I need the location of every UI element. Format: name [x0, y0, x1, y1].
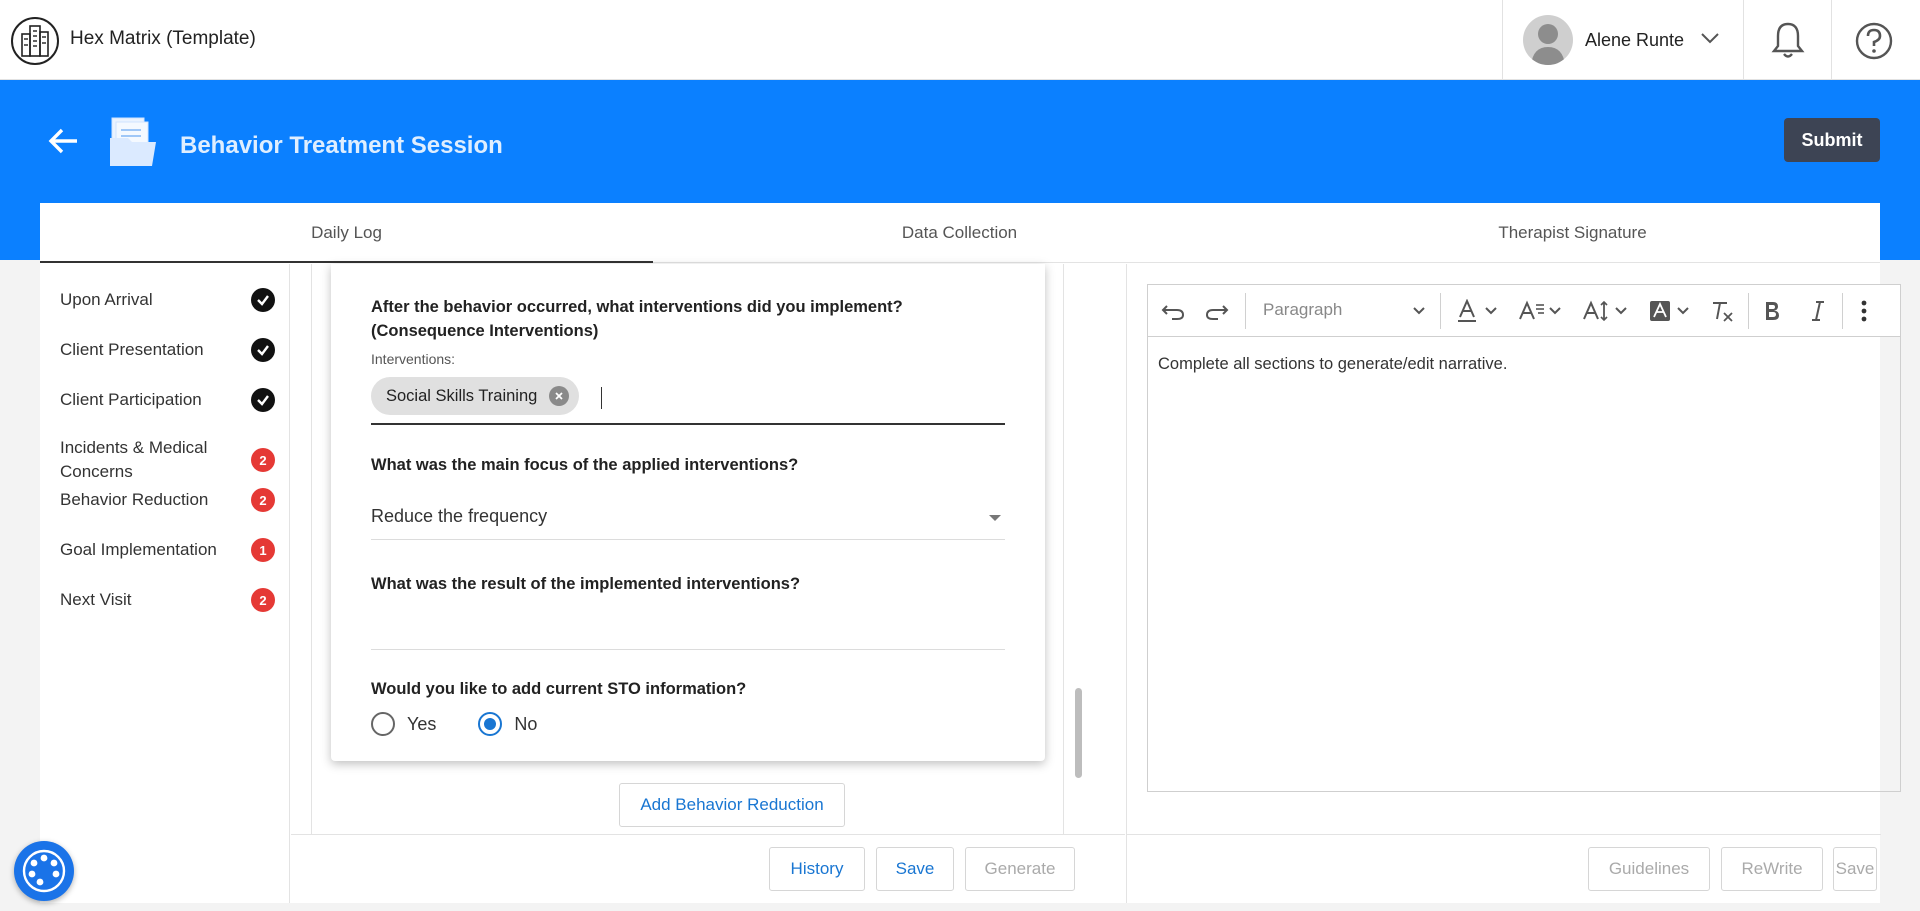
add-behavior-reduction-button[interactable]: Add Behavior Reduction	[619, 783, 845, 827]
tab-data-collection[interactable]: Data Collection	[653, 203, 1266, 263]
help-icon[interactable]	[1855, 22, 1893, 60]
text-caret	[601, 387, 602, 409]
palette-icon	[22, 849, 66, 893]
question-focus: What was the main focus of the applied i…	[371, 456, 799, 474]
building-logo-icon[interactable]	[10, 16, 60, 66]
tab-bar: Daily Log Data Collection Therapist Sign…	[40, 203, 1880, 263]
sidebar-item-label: Client Participation	[60, 390, 202, 409]
font-family-icon[interactable]	[1518, 299, 1568, 323]
check-icon	[251, 338, 275, 362]
count-badge: 2	[251, 488, 275, 512]
radio-no[interactable]	[478, 712, 503, 736]
bell-icon[interactable]	[1770, 20, 1806, 60]
page-title: Behavior Treatment Session	[180, 132, 503, 159]
sidebar-item-goal-implementation[interactable]: Goal Implementation 1	[60, 538, 275, 562]
generate-button[interactable]: Generate	[965, 847, 1075, 891]
back-arrow-icon[interactable]	[48, 128, 80, 154]
count-badge: 2	[251, 448, 275, 472]
sidebar-item-behavior-reduction[interactable]: Behavior Reduction 2	[60, 488, 275, 512]
main-card: Daily Log Data Collection Therapist Sign…	[40, 203, 1901, 903]
floating-action-button[interactable]	[14, 841, 74, 901]
radio-yes-label[interactable]: Yes	[407, 714, 436, 735]
sidebar-item-client-participation[interactable]: Client Participation	[60, 388, 275, 412]
sidebar-item-next-visit[interactable]: Next Visit 2	[60, 588, 275, 612]
editor-content[interactable]: Complete all sections to generate/edit n…	[1158, 355, 1507, 374]
divider	[311, 264, 312, 834]
radio-yes[interactable]	[371, 712, 395, 736]
form-panel: After the behavior occurred, what interv…	[291, 264, 1125, 903]
editor-save-button[interactable]: Save	[1833, 847, 1877, 891]
sidebar-item-label: Incidents & Medical Concerns	[60, 438, 208, 481]
sto-radio-group: Yes No	[371, 712, 579, 736]
toolbar-divider	[1842, 293, 1843, 329]
toolbar-divider	[1245, 293, 1246, 329]
tab-daily-log[interactable]: Daily Log	[40, 203, 653, 263]
focus-select-value: Reduce the frequency	[371, 506, 548, 526]
toolbar-divider	[1748, 293, 1749, 329]
top-header: Hex Matrix (Template) Alene Runte	[0, 0, 1920, 80]
history-button[interactable]: History	[769, 847, 865, 891]
sidebar-item-label: Goal Implementation	[60, 540, 217, 559]
redo-icon[interactable]	[1204, 299, 1230, 323]
narrative-panel: Paragraph Complete all sections to gener…	[1126, 264, 1901, 903]
font-size-icon[interactable]	[1582, 299, 1634, 323]
count-badge: 2	[251, 588, 275, 612]
toolbar-divider	[1440, 293, 1441, 329]
editor-toolbar: Paragraph	[1148, 285, 1900, 337]
app-title: Hex Matrix (Template)	[70, 28, 256, 49]
more-options-icon[interactable]	[1860, 299, 1868, 323]
sidebar-item-upon-arrival[interactable]: Upon Arrival	[60, 288, 275, 312]
count-badge: 1	[251, 538, 275, 562]
notifications[interactable]	[1744, 0, 1832, 80]
submit-button[interactable]: Submit	[1784, 118, 1880, 162]
focus-select[interactable]: Reduce the frequency	[371, 500, 1005, 540]
chevron-down-icon[interactable]	[1412, 299, 1426, 323]
sidebar-item-label: Upon Arrival	[60, 290, 153, 309]
question-result: What was the result of the implemented i…	[371, 575, 801, 593]
intervention-chip[interactable]: Social Skills Training	[371, 377, 580, 415]
result-input[interactable]	[371, 649, 1005, 650]
font-color-icon[interactable]	[1456, 299, 1504, 323]
check-icon	[251, 288, 275, 312]
divider	[1063, 264, 1064, 834]
chevron-down-icon[interactable]	[1699, 30, 1721, 46]
italic-icon[interactable]	[1810, 299, 1826, 323]
clear-format-icon[interactable]	[1710, 299, 1736, 323]
user-name: Alene Runte	[1585, 30, 1685, 50]
sidebar-item-label: Behavior Reduction	[60, 490, 209, 509]
question-interventions: After the behavior occurred, what interv…	[371, 298, 903, 340]
avatar	[1523, 15, 1573, 65]
interventions-label: Interventions:	[371, 351, 456, 367]
check-icon	[251, 388, 275, 412]
save-button[interactable]: Save	[876, 847, 954, 891]
rewrite-button[interactable]: ReWrite	[1721, 847, 1823, 891]
sidebar-item-label: Next Visit	[60, 590, 132, 609]
user-menu[interactable]: Alene Runte	[1502, 0, 1744, 80]
guidelines-button[interactable]: Guidelines	[1588, 847, 1710, 891]
sidebar-item-incidents-medical[interactable]: Incidents & Medical Concerns 2	[60, 436, 275, 484]
dropdown-arrow-icon[interactable]	[989, 515, 1001, 521]
form-actions: History Save Generate	[291, 834, 1125, 903]
rich-text-editor[interactable]: Paragraph Complete all sections to gener…	[1147, 284, 1901, 792]
scrollbar-thumb[interactable]	[1075, 688, 1082, 778]
tab-therapist-signature[interactable]: Therapist Signature	[1266, 203, 1879, 263]
documents-icon	[110, 117, 156, 166]
radio-no-label[interactable]: No	[514, 714, 537, 735]
interventions-input[interactable]: Social Skills Training	[371, 377, 1005, 425]
chip-label: Social Skills Training	[386, 386, 538, 405]
behavior-reduction-card: After the behavior occurred, what interv…	[331, 264, 1045, 761]
undo-icon[interactable]	[1160, 299, 1186, 323]
highlight-icon[interactable]	[1648, 299, 1696, 323]
user-silhouette-icon	[1531, 24, 1565, 65]
bold-icon[interactable]	[1762, 299, 1782, 323]
sidebar-item-label: Client Presentation	[60, 340, 204, 359]
question-sto: Would you like to add current STO inform…	[371, 680, 747, 698]
narrative-actions: Guidelines ReWrite Save	[1127, 834, 1881, 903]
remove-chip-icon[interactable]	[549, 386, 570, 406]
sidebar-item-client-presentation[interactable]: Client Presentation	[60, 338, 275, 362]
paragraph-style-select[interactable]: Paragraph	[1263, 300, 1342, 320]
section-sidebar: Upon Arrival Client Presentation Client …	[40, 264, 290, 903]
